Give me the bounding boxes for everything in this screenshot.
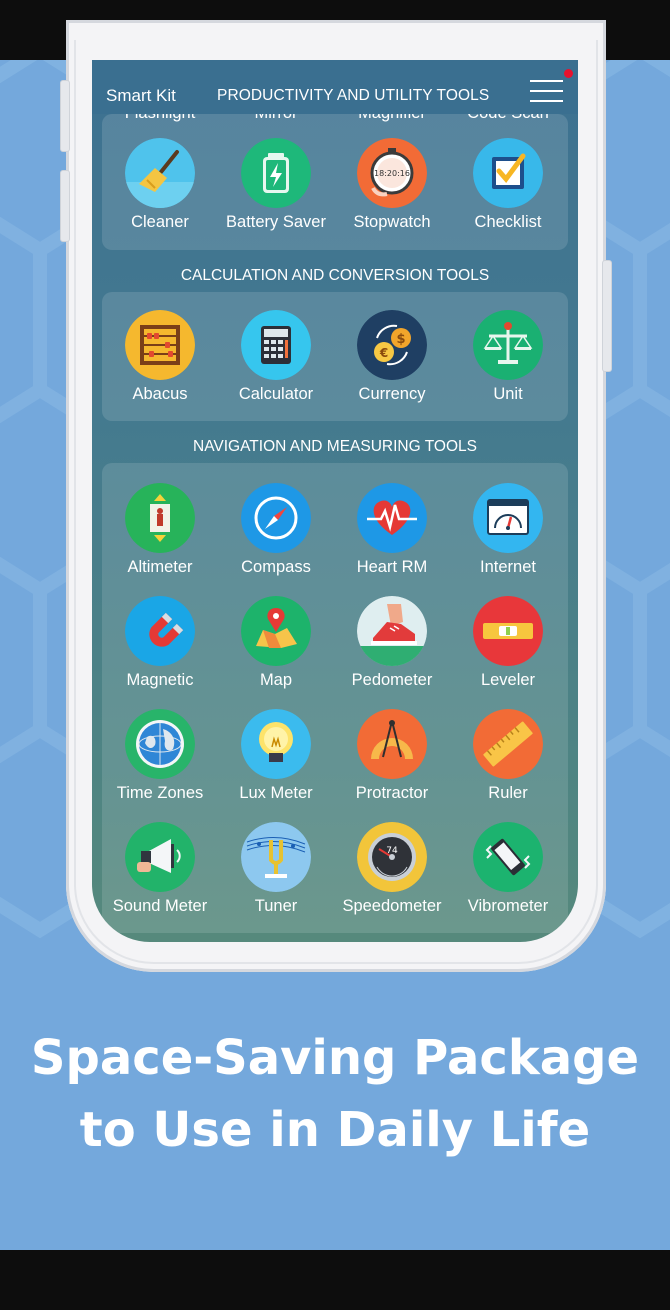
section-title-productivity: PRODUCTIVITY AND UTILITY TOOLS — [217, 87, 490, 104]
tool-label: Abacus — [132, 385, 188, 403]
tool-label: Calculator — [238, 385, 314, 403]
tool-tuner[interactable]: Tuner — [218, 822, 334, 933]
balance-scale-icon — [473, 310, 543, 380]
tool-map[interactable]: Map — [218, 596, 334, 708]
map-pin-icon — [241, 596, 311, 666]
megaphone-icon — [125, 822, 195, 892]
tool-label: Speedometer — [342, 897, 442, 915]
app-screen: Flashlight Mirror Magnifier Code Scan Sm… — [92, 60, 578, 942]
tool-altimeter[interactable]: Altimeter — [102, 483, 218, 595]
tool-sound-meter[interactable]: Sound Meter — [102, 822, 218, 933]
svg-text:$: $ — [396, 332, 405, 347]
tool-label: Battery Saver — [226, 213, 326, 231]
tool-internet[interactable]: Internet — [450, 483, 566, 595]
bottom-black-bar — [0, 1250, 670, 1310]
tool-label: Internet — [480, 558, 536, 576]
broom-icon — [125, 138, 195, 208]
tool-label: Sound Meter — [112, 897, 208, 915]
tool-battery-saver[interactable]: Battery Saver — [218, 138, 334, 250]
stopwatch-display: 18:20:16 — [374, 169, 410, 178]
abacus-icon — [125, 310, 195, 380]
tool-label: Altimeter — [127, 558, 193, 576]
svg-text:€: € — [379, 346, 388, 360]
sneaker-icon — [357, 596, 427, 666]
speed-gauge-browser-icon — [473, 483, 543, 553]
compass-icon — [241, 483, 311, 553]
section-title-calculation: CALCULATION AND CONVERSION TOOLS — [180, 267, 490, 284]
tuning-fork-icon — [241, 822, 311, 892]
tool-protractor[interactable]: Protractor — [334, 709, 450, 821]
tool-label: Ruler — [488, 784, 528, 802]
phone-side-button-left-2 — [60, 170, 70, 242]
magnet-icon — [125, 596, 195, 666]
altimeter-icon — [125, 483, 195, 553]
calculation-tools-panel: Abacus Calculator $ € Currency Unit — [102, 292, 568, 421]
spirit-level-icon — [473, 596, 543, 666]
tool-vibrometer[interactable]: Vibrometer — [450, 822, 566, 933]
notification-dot — [564, 69, 573, 78]
navigation-tools-panel: Altimeter Compass Heart RM Internet Magn… — [102, 463, 568, 933]
tool-label: Magnetic — [126, 671, 194, 689]
speedometer-icon: 74 — [357, 822, 427, 892]
tool-abacus[interactable]: Abacus — [102, 310, 218, 421]
stopwatch-icon: 18:20:16 — [357, 138, 427, 208]
app-bar: Smart Kit PRODUCTIVITY AND UTILITY TOOLS — [92, 60, 578, 114]
promo-tagline-line-2: to Use in Daily Life — [79, 1102, 591, 1158]
tool-label: Time Zones — [116, 784, 204, 802]
tool-label: Protractor — [355, 784, 429, 802]
heart-rate-icon — [357, 483, 427, 553]
tool-label: Cleaner — [131, 213, 189, 231]
tool-stopwatch[interactable]: 18:20:16 Stopwatch — [334, 138, 450, 250]
ruler-icon — [473, 709, 543, 779]
phone-side-button-right — [602, 260, 612, 372]
tool-label: Checklist — [474, 213, 542, 231]
tool-label: Currency — [358, 385, 426, 403]
currency-exchange-icon: $ € — [357, 310, 427, 380]
tool-label: Leveler — [480, 671, 536, 689]
phone-side-button-left — [60, 80, 70, 152]
vibrating-phone-icon — [473, 822, 543, 892]
globe-icon — [125, 709, 195, 779]
tool-lux-meter[interactable]: Lux Meter — [218, 709, 334, 821]
tool-label: Tuner — [254, 897, 298, 915]
tool-label: Lux Meter — [239, 784, 313, 802]
app-title: Smart Kit — [106, 86, 176, 105]
tool-compass[interactable]: Compass — [218, 483, 334, 595]
tool-heart-rm[interactable]: Heart RM — [334, 483, 450, 595]
tool-unit[interactable]: Unit — [450, 310, 566, 421]
tool-label: Map — [259, 671, 293, 689]
battery-icon — [241, 138, 311, 208]
tool-magnetic[interactable]: Magnetic — [102, 596, 218, 708]
tool-cleaner[interactable]: Cleaner — [102, 138, 218, 250]
tool-checklist[interactable]: Checklist — [450, 138, 566, 250]
tool-label: Pedometer — [351, 671, 433, 689]
tool-leveler[interactable]: Leveler — [450, 596, 566, 708]
tool-time-zones[interactable]: Time Zones — [102, 709, 218, 821]
tool-label: Compass — [241, 558, 311, 576]
protractor-icon — [357, 709, 427, 779]
tool-calculator[interactable]: Calculator — [218, 310, 334, 421]
tool-label: Vibrometer — [467, 897, 549, 915]
productivity-tools-panel: Cleaner Battery Saver 18:20:16 Stopwatch… — [102, 114, 568, 250]
promo-tagline-line-1: Space-Saving Package — [30, 1030, 640, 1086]
calculator-icon — [241, 310, 311, 380]
hamburger-menu-icon[interactable] — [530, 78, 564, 104]
tool-pedometer[interactable]: Pedometer — [334, 596, 450, 708]
tool-label: Unit — [493, 385, 523, 403]
section-title-navigation: NAVIGATION AND MEASURING TOOLS — [193, 438, 477, 455]
tool-currency[interactable]: $ € Currency — [334, 310, 450, 421]
tool-ruler[interactable]: Ruler — [450, 709, 566, 821]
checklist-icon — [473, 138, 543, 208]
tool-label: Stopwatch — [353, 213, 431, 231]
tool-speedometer[interactable]: 74 Speedometer — [334, 822, 450, 933]
light-bulb-icon — [241, 709, 311, 779]
tool-label: Heart RM — [356, 558, 428, 576]
